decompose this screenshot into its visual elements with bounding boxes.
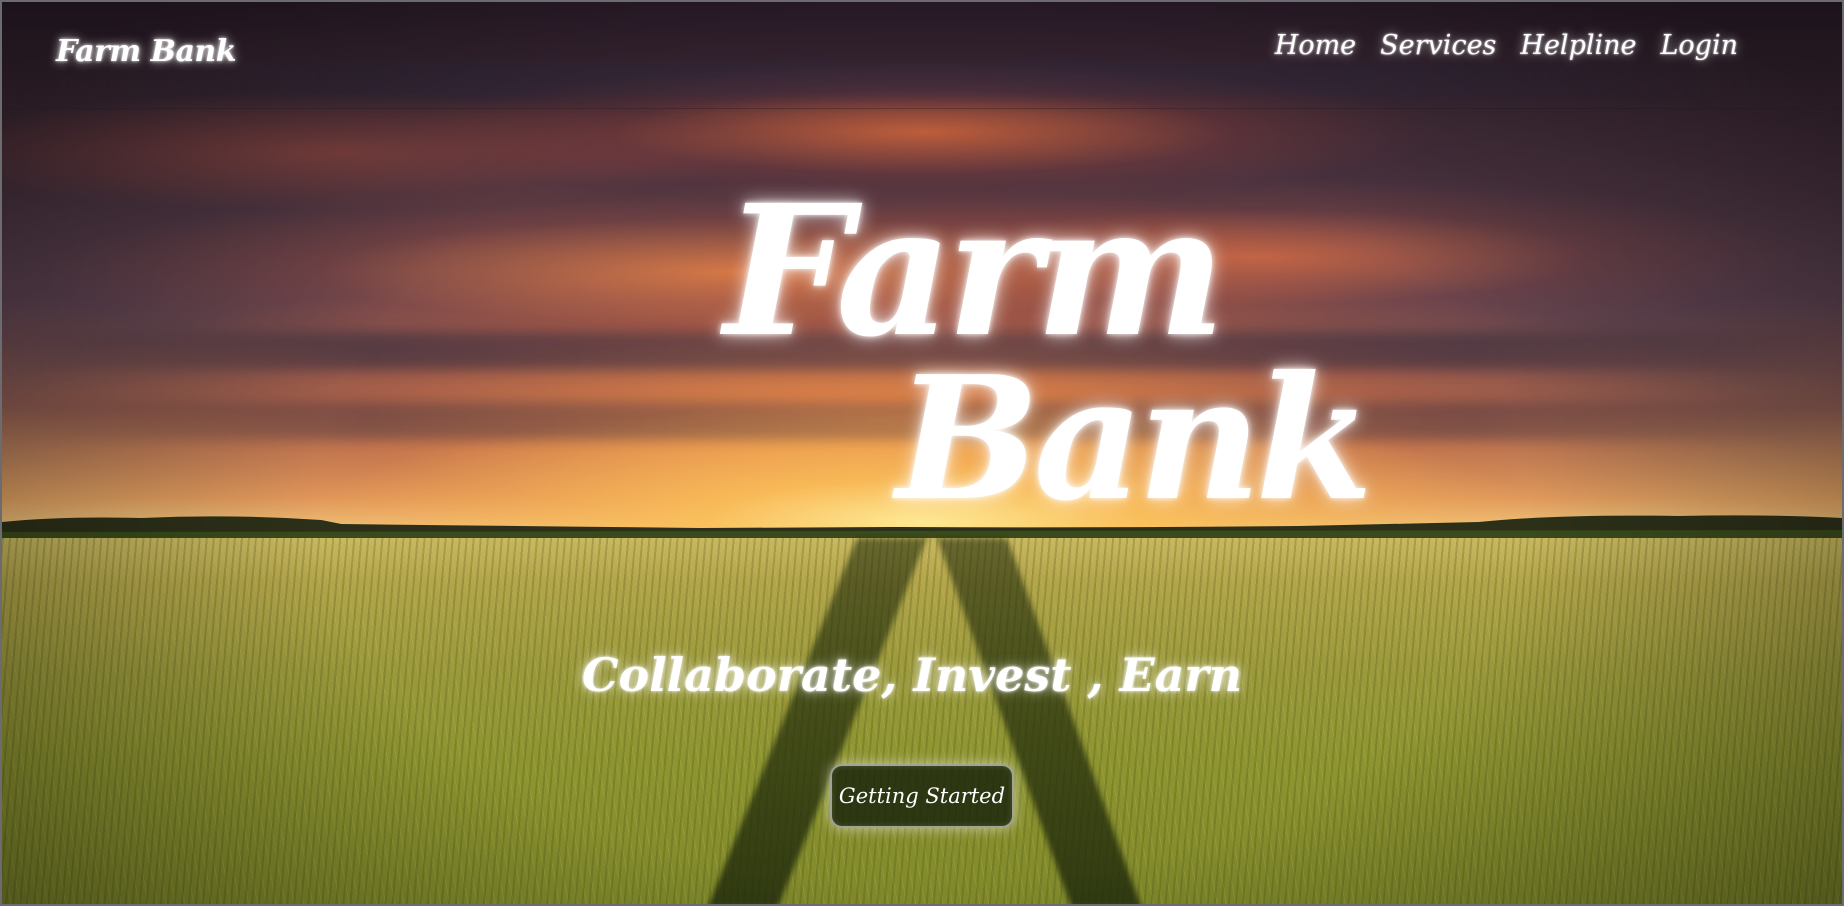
hero-title-line-1: Farm — [724, 166, 1226, 377]
nav-link-login[interactable]: Login — [1661, 30, 1739, 61]
hero-tagline: Collaborate, Invest , Earn — [2, 648, 1842, 702]
nav-link-services[interactable]: Services — [1380, 30, 1496, 61]
navbar: Farm Bank Home Services Helpline Login — [2, 2, 1842, 109]
getting-started-button[interactable]: Getting Started — [830, 764, 1014, 828]
brand-logo[interactable]: Farm Bank — [56, 34, 236, 69]
hero-tagline-text: Collaborate, Invest , Earn — [581, 648, 1243, 702]
page-frame: Farm Bank Home Services Helpline Login F… — [0, 0, 1844, 906]
nav-link-helpline[interactable]: Helpline — [1520, 30, 1636, 61]
nav-link-home[interactable]: Home — [1275, 30, 1356, 61]
nav-links: Home Services Helpline Login — [1275, 30, 1738, 61]
hero-title-line-2: Bank — [896, 339, 1373, 539]
